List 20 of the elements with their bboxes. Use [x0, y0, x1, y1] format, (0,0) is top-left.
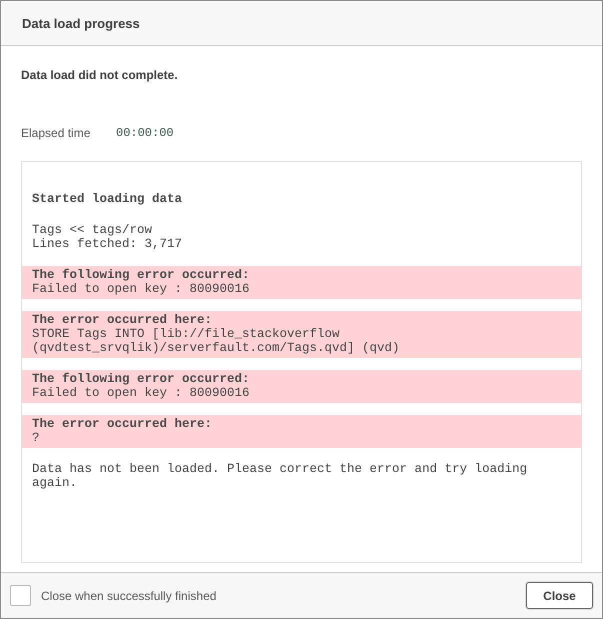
checkbox[interactable] — [10, 585, 31, 606]
close-button[interactable]: Close — [526, 582, 593, 609]
log-heading: Started loading data — [32, 192, 184, 206]
log-line: (qvdtest_srvqlik)/serverfault.com/Tags.qvd] (qvd) — [32, 341, 401, 355]
status-message: Data load did not complete. — [21, 68, 179, 82]
log-line: Failed to open key : 80090016 — [32, 386, 251, 400]
log-line: Lines fetched: 3,717 — [32, 237, 184, 251]
log-line: Data has not been loaded. Please correct the error and try loading again. — [32, 462, 528, 490]
log-line: Failed to open key : 80090016 — [32, 282, 251, 296]
log-heading: The following error occurred: — [32, 268, 251, 282]
window-title: Data load progress — [22, 16, 140, 30]
log-heading: The following error occurred: — [32, 372, 251, 386]
log-heading: The error occurred here: — [32, 313, 214, 327]
elapsed-value: 00:00:00 — [116, 126, 174, 140]
checkbox-label[interactable]: Close when successfully finished — [41, 588, 216, 602]
log-heading: The error occurred here: — [32, 417, 214, 431]
log-line: ? — [32, 431, 41, 445]
log-line: Tags << tags/row — [32, 223, 154, 237]
log-line: STORE Tags INTO [lib://file_stackoverflow — [32, 327, 341, 341]
elapsed-label: Elapsed time — [21, 126, 92, 140]
